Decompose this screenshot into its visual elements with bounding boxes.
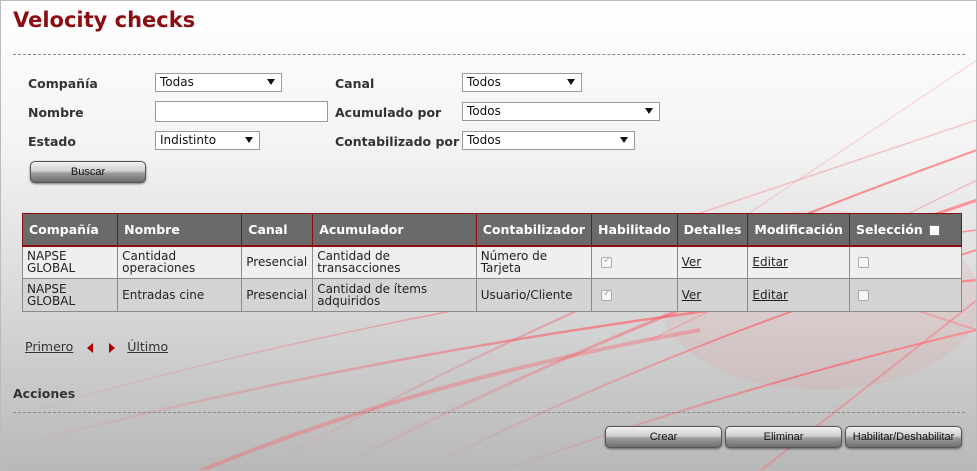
column-header-channel[interactable]: Canal (241, 213, 314, 247)
column-header-selection: Selección (848, 213, 963, 247)
column-header-modification: Modificación (747, 213, 850, 247)
cell-accumulator: Cantidad de ítems adquiridos (312, 278, 477, 312)
cell-company: NAPSE GLOBAL (21, 245, 119, 279)
enabled-checkbox (600, 255, 612, 269)
selection-header-label: Selección (855, 221, 923, 237)
edit-link[interactable]: Editar (752, 288, 788, 302)
table-row: NAPSE GLOBAL Cantidad operaciones Presen… (21, 245, 963, 279)
cell-modification: Editar (747, 245, 850, 279)
cell-name: Cantidad operaciones (117, 245, 243, 279)
cell-details: Ver (676, 278, 749, 312)
column-header-accumulator[interactable]: Acumulador (312, 213, 477, 247)
cell-modification: Editar (747, 278, 850, 312)
details-link[interactable]: Ver (682, 288, 702, 302)
cell-enabled (590, 245, 678, 279)
cell-selection (848, 278, 963, 312)
table-header-row: Compañía Nombre Canal Acumulador Contabi… (21, 213, 963, 247)
cell-counter: Usuario/Cliente (475, 278, 592, 312)
cell-enabled (590, 278, 678, 312)
details-link[interactable]: Ver (682, 255, 702, 269)
column-header-details: Detalles (676, 213, 749, 247)
enabled-checkbox (600, 288, 612, 301)
cell-selection (848, 245, 963, 279)
column-header-name[interactable]: Nombre (117, 213, 243, 247)
edit-link[interactable]: Editar (752, 255, 788, 269)
cell-name: Entradas cine (117, 278, 243, 312)
results-table: Compañía Nombre Canal Acumulador Contabi… (21, 213, 963, 312)
row-select-checkbox[interactable] (857, 257, 869, 269)
column-header-company[interactable]: Compañía (21, 213, 119, 247)
select-all-checkbox[interactable] (929, 224, 941, 236)
cell-company: NAPSE GLOBAL (21, 278, 119, 312)
row-select-checkbox[interactable] (857, 290, 869, 301)
cell-details: Ver (676, 245, 749, 279)
cell-channel: Presencial (241, 245, 314, 279)
cell-channel: Presencial (241, 278, 314, 312)
cell-counter: Número de Tarjeta (475, 245, 592, 279)
column-header-counter[interactable]: Contabilizador (475, 213, 592, 247)
cell-accumulator: Cantidad de transacciones (312, 245, 477, 279)
column-header-enabled[interactable]: Habilitado (590, 213, 678, 247)
table-row: NAPSE GLOBAL Entradas cine Presencial Ca… (21, 278, 963, 312)
